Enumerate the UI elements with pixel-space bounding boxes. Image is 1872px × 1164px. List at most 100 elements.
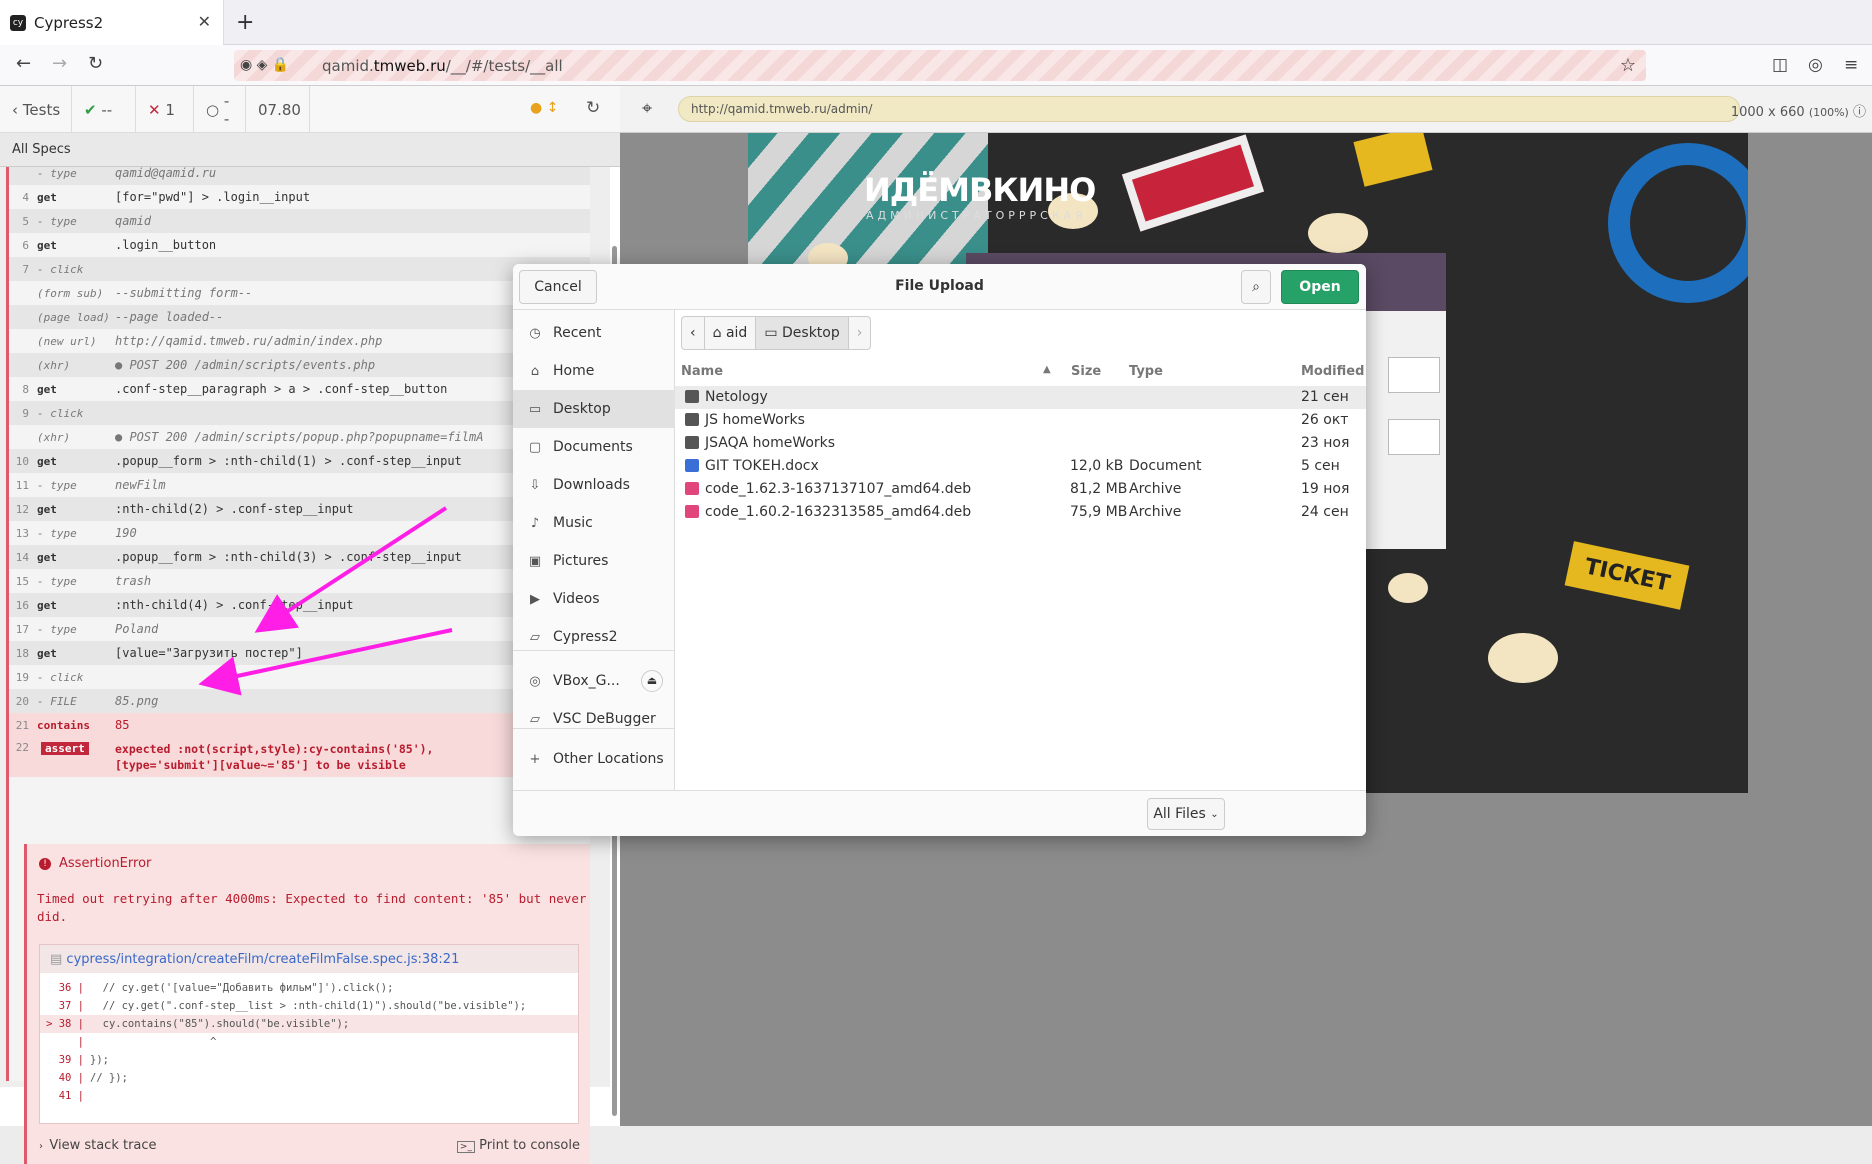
package-icon — [685, 505, 699, 518]
package-icon — [685, 482, 699, 495]
file-modified: 26 окт — [1301, 412, 1349, 428]
column-size[interactable]: Size — [1071, 364, 1101, 379]
search-icon: ⌕ — [1252, 279, 1260, 295]
download-icon: ⇩ — [529, 477, 541, 493]
file-upload-dialog: Cancel File Upload ⌕ Open ◷ Recent ⌂ Home ▭ D… — [513, 264, 1366, 836]
home-icon: ⌂ — [530, 363, 540, 379]
sidebar-item-pictures[interactable]: ▣ Pictures — [513, 542, 675, 580]
open-button[interactable]: Open — [1281, 270, 1359, 304]
arrow-to-click — [254, 506, 448, 633]
file-modified: 19 ноя — [1301, 481, 1350, 497]
file-list-header: Name ▲ Size Type Modified — [675, 360, 1366, 384]
sidebar-item-home[interactable]: ⌂ Home — [513, 352, 675, 390]
chevron-right-icon: › — [39, 1141, 50, 1152]
file-row[interactable]: JS homeWorks 26 окт — [675, 409, 1366, 432]
sidebar-item-desktop[interactable]: ▭ Desktop — [513, 390, 675, 428]
file-row[interactable]: JSAQA homeWorks 23 ноя — [675, 432, 1366, 455]
disc-icon: ◎ — [529, 673, 541, 689]
file-modified: 24 сен — [1301, 504, 1349, 520]
music-icon: ♪ — [530, 515, 540, 531]
file-modified: 21 сен — [1301, 389, 1349, 405]
sidebar-item-label: Other Locations — [553, 751, 664, 767]
plus-icon: + — [529, 751, 541, 767]
file-modified: 23 ноя — [1301, 435, 1350, 451]
path-home[interactable]: ⌂ aid — [705, 317, 757, 349]
sort-asc-icon: ▲ — [1043, 364, 1051, 375]
path-desktop[interactable]: ▭ Desktop — [756, 317, 849, 349]
sidebar-item-label: Downloads — [553, 477, 630, 493]
file-size: 12,0 kB — [1070, 458, 1124, 474]
path-desktop-label: Desktop — [782, 325, 840, 341]
sidebar-item-videos[interactable]: ▶ Videos — [513, 580, 675, 618]
path-home-label: aid — [725, 325, 748, 341]
chevron-left-icon: ‹ — [690, 325, 696, 341]
file-name: code_1.60.2-1632313585_amd64.deb — [705, 504, 972, 520]
sidebar-item-downloads[interactable]: ⇩ Downloads — [513, 466, 675, 504]
videos-icon: ▶ — [530, 591, 540, 607]
folder-icon: ▱ — [530, 711, 540, 727]
sidebar-item-label: Recent — [553, 325, 602, 341]
folder-icon — [685, 436, 699, 449]
chevron-down-icon: ⌄ — [1210, 808, 1219, 820]
search-button[interactable]: ⌕ — [1241, 270, 1271, 304]
sidebar-item-vbox-g[interactable]: ◎ VBox_G... ⏏ — [513, 662, 675, 700]
sidebar-item-label: Cypress2 — [553, 629, 618, 645]
sidebar-item-label: Music — [553, 515, 593, 531]
document-icon — [685, 459, 699, 472]
path-back-button[interactable]: ‹ — [682, 317, 705, 349]
dialog-header: Cancel File Upload ⌕ Open — [513, 264, 1366, 310]
file-type: Archive — [1129, 504, 1182, 520]
file-filter-dropdown[interactable]: All Files ⌄ — [1147, 798, 1225, 830]
sidebar-item-label: Pictures — [553, 553, 609, 569]
file-name: JS homeWorks — [705, 412, 805, 428]
view-stack-trace-button[interactable]: › View stack trace — [39, 1138, 157, 1153]
sidebar-item-label: Videos — [553, 591, 600, 607]
places-sidebar: ◷ Recent ⌂ Home ▭ Desktop ▢ Documents ⇩ Downloads… — [513, 310, 675, 790]
clock-icon: ◷ — [529, 325, 541, 341]
eject-icon[interactable]: ⏏ — [641, 670, 663, 692]
file-row[interactable]: Netology 21 сен — [675, 386, 1366, 409]
folder-icon — [685, 390, 699, 403]
file-row[interactable]: code_1.62.3-1637137107_amd64.deb 81,2 MB A… — [675, 478, 1366, 501]
sidebar-item-vsc-debugger[interactable]: ▱ VSC DeBugger — [513, 700, 675, 738]
desktop-icon: ▭ — [764, 325, 782, 341]
terminal-icon: >_ — [456, 1141, 475, 1153]
sidebar-item-label: Documents — [553, 439, 633, 455]
file-modified: 5 сен — [1301, 458, 1340, 474]
sidebar-item-label: VBox_G... — [553, 673, 620, 689]
file-row[interactable]: GIT TOKEH.docx 12,0 kB Document 5 сен — [675, 455, 1366, 478]
sidebar-item-documents[interactable]: ▢ Documents — [513, 428, 675, 466]
file-name: GIT TOKEH.docx — [705, 458, 819, 474]
file-filter-label: All Files — [1153, 806, 1206, 822]
view-stack-trace-label: View stack trace — [49, 1138, 157, 1153]
file-type: Archive — [1129, 481, 1182, 497]
document-icon: ▢ — [528, 439, 542, 455]
sidebar-item-label: Desktop — [553, 401, 611, 417]
file-row[interactable]: code_1.60.2-1632313585_amd64.deb 75,9 MB A… — [675, 501, 1366, 524]
column-type[interactable]: Type — [1129, 364, 1163, 379]
pictures-icon: ▣ — [528, 553, 542, 569]
home-icon: ⌂ — [712, 325, 726, 341]
sidebar-item-music[interactable]: ♪ Music — [513, 504, 675, 542]
sidebar-item-label: Home — [553, 363, 595, 379]
folder-icon: ▱ — [530, 629, 540, 645]
file-size: 75,9 MB — [1070, 504, 1128, 520]
file-name: code_1.62.3-1637137107_amd64.deb — [705, 481, 972, 497]
dialog-title: File Upload — [895, 278, 984, 294]
sidebar-item-other-locations[interactable]: + Other Locations — [513, 740, 675, 778]
print-to-console-label: Print to console — [479, 1138, 580, 1153]
sidebar-item-label: VSC DeBugger — [553, 711, 656, 727]
sidebar-separator — [513, 650, 675, 651]
file-name: JSAQA homeWorks — [705, 435, 836, 451]
print-to-console-button[interactable]: >_ Print to console — [456, 1138, 580, 1153]
file-size: 81,2 MB — [1070, 481, 1128, 497]
dialog-footer: All Files ⌄ — [513, 790, 1366, 836]
column-name[interactable]: Name — [681, 364, 723, 379]
chevron-right-icon: › — [856, 325, 863, 341]
sidebar-item-recent[interactable]: ◷ Recent — [513, 314, 675, 352]
folder-icon — [685, 413, 699, 426]
column-modified[interactable]: Modified — [1301, 364, 1364, 379]
sidebar-separator — [513, 728, 675, 729]
path-forward-button[interactable]: › — [849, 317, 871, 349]
file-name: Netology — [705, 389, 768, 405]
